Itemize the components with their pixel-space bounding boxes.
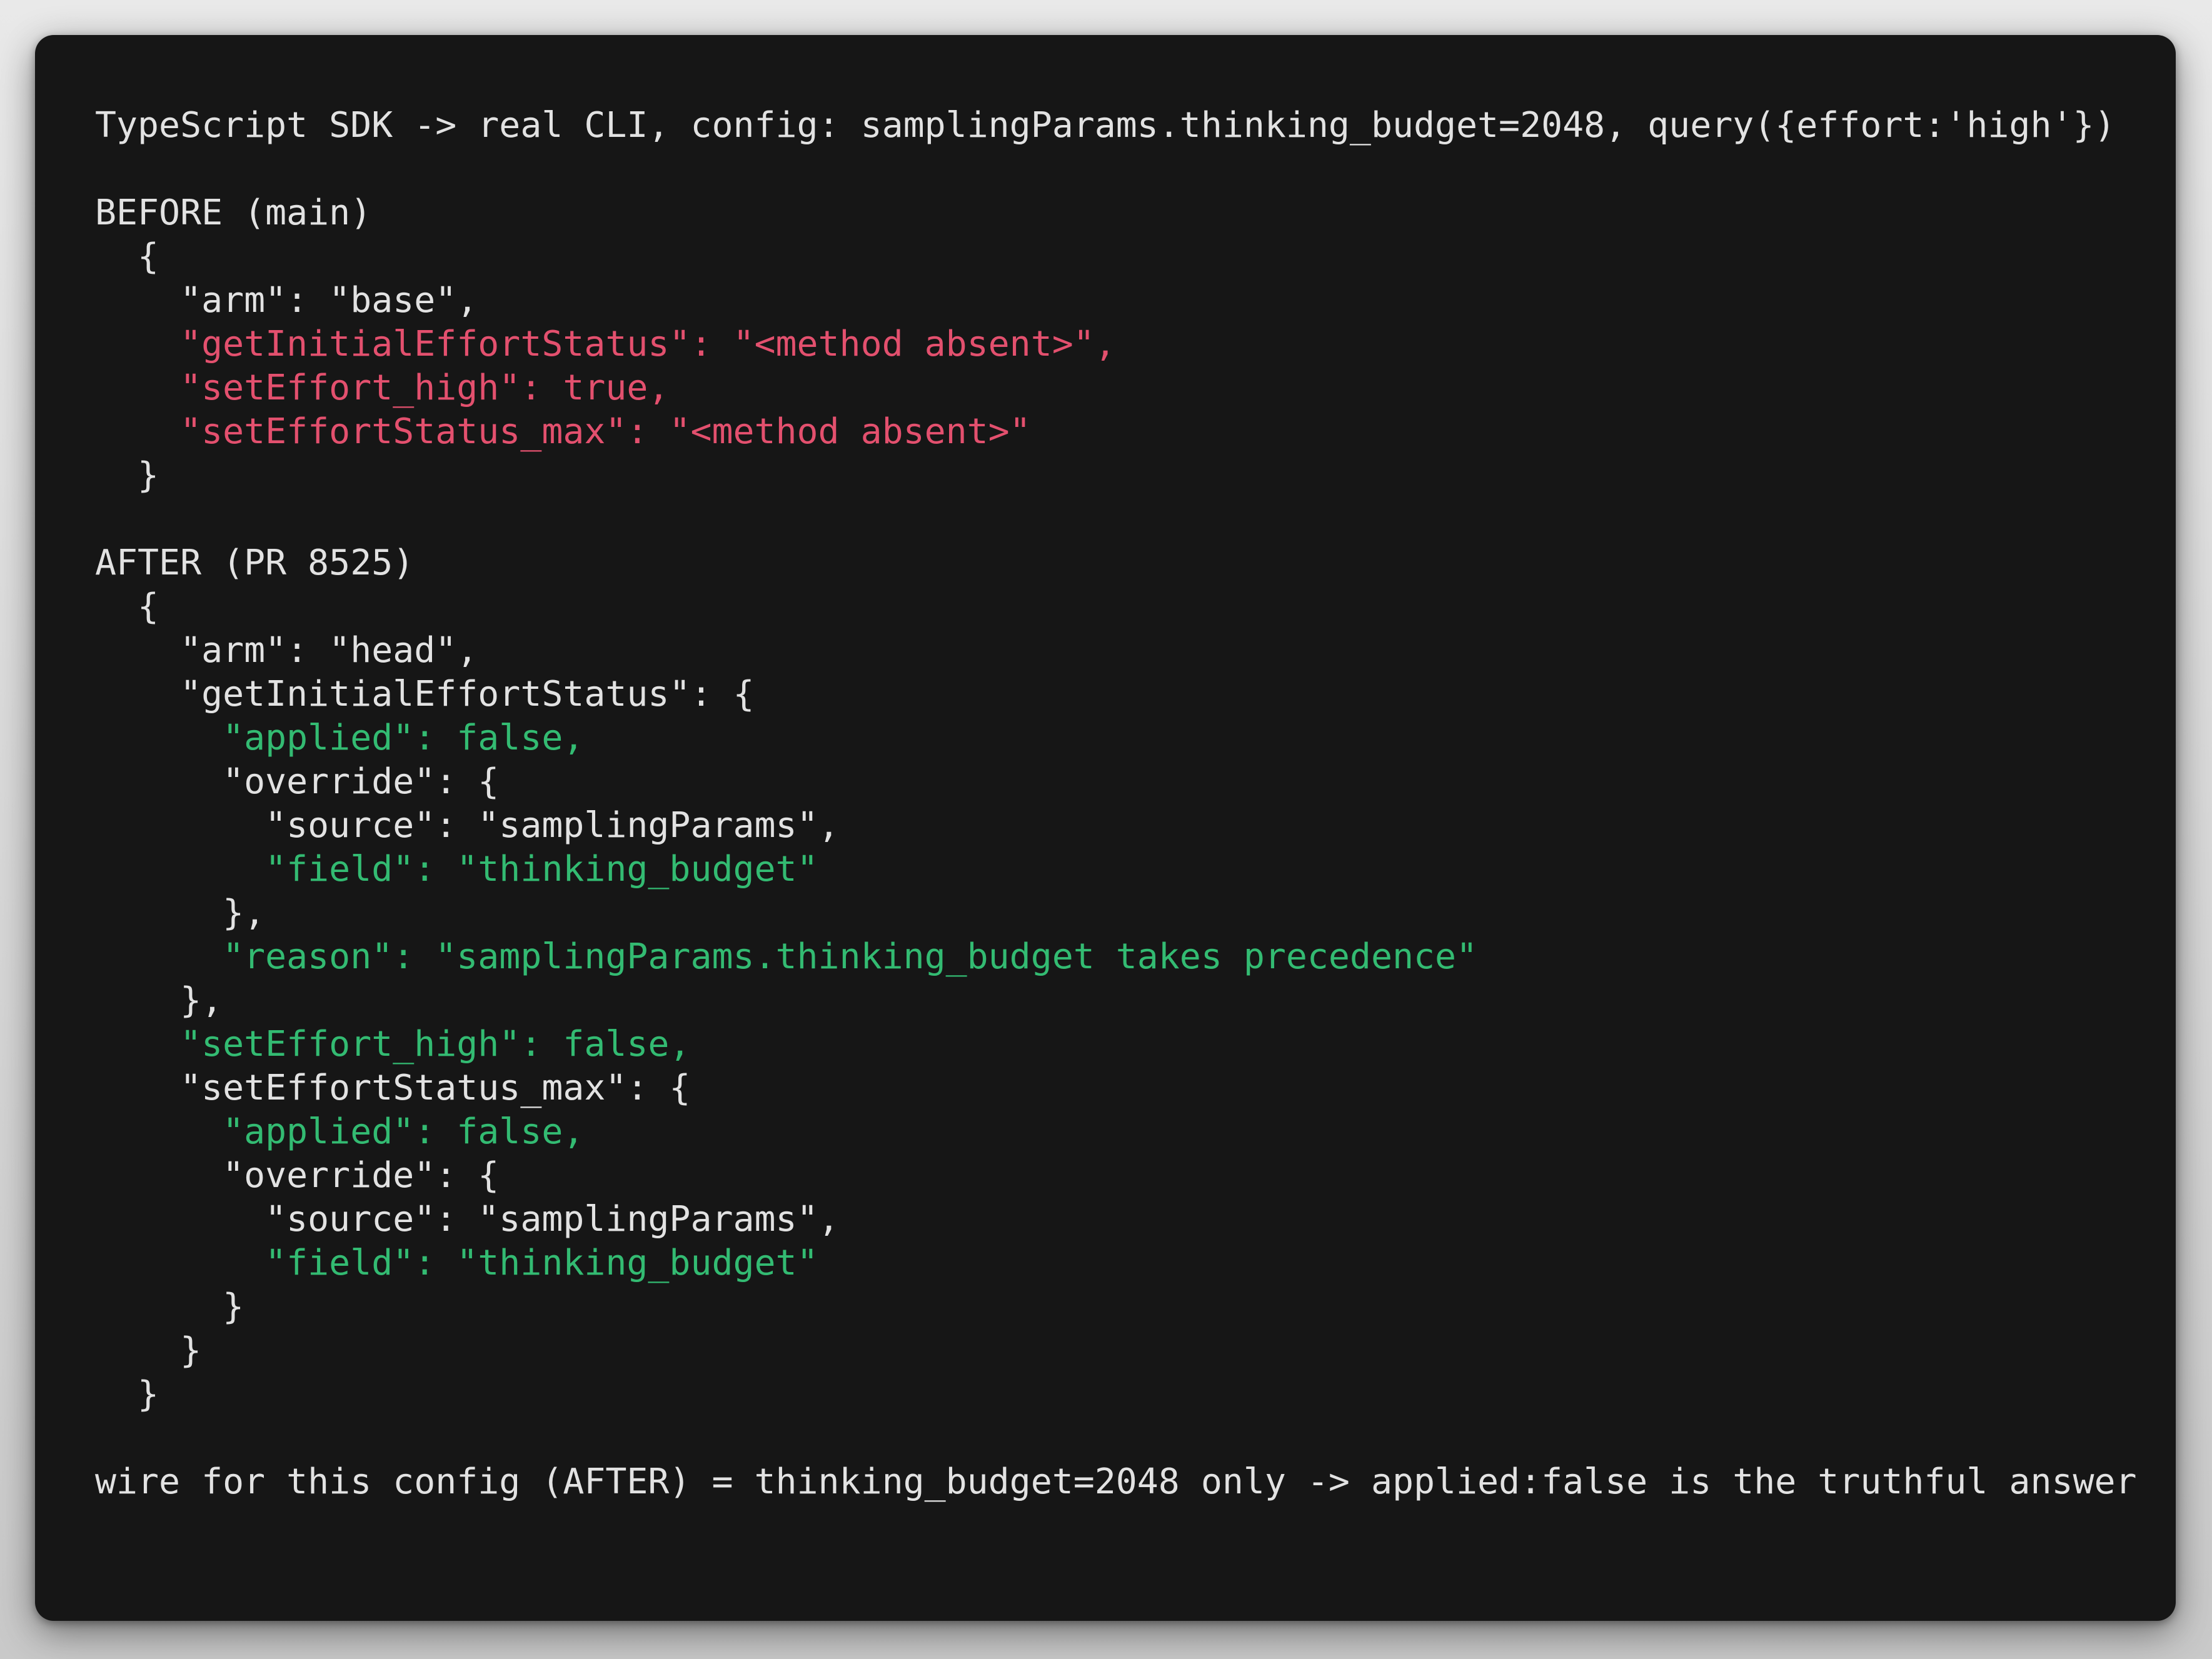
terminal-line: "arm": "head", [95, 630, 478, 671]
terminal-line: TypeScript SDK -> real CLI, config: samp… [95, 105, 2116, 146]
terminal-line: "applied": false, [95, 1111, 585, 1152]
terminal-line: { [95, 236, 159, 277]
terminal-line: "field": "thinking_budget" [95, 849, 818, 890]
terminal-line: } [95, 455, 159, 496]
terminal-line: wire for this config (AFTER) = thinking_… [95, 1461, 2137, 1502]
terminal-line: "getInitialEffortStatus": { [95, 674, 755, 714]
terminal-line: "override": { [95, 761, 500, 802]
terminal-line: "field": "thinking_budget" [95, 1243, 818, 1283]
terminal-line: "getInitialEffortStatus": "<method absen… [95, 324, 1116, 364]
terminal-line: "override": { [95, 1155, 500, 1196]
terminal-line: }, [95, 893, 266, 933]
terminal-line: { [95, 586, 159, 627]
terminal-line: "applied": false, [95, 718, 585, 758]
terminal-line: "setEffort_high": true, [95, 368, 670, 408]
terminal-line: "source": "samplingParams", [95, 1199, 840, 1240]
terminal-line: }, [95, 980, 223, 1021]
terminal-line: "setEffortStatus_max": { [95, 1068, 691, 1108]
terminal-line: "source": "samplingParams", [95, 805, 840, 846]
terminal-line: } [95, 1286, 244, 1327]
terminal-line: "setEffort_high": false, [95, 1024, 691, 1065]
terminal-line: "setEffortStatus_max": "<method absent>" [95, 411, 1031, 452]
terminal-line: } [95, 1374, 159, 1415]
terminal-line: "arm": "base", [95, 280, 478, 321]
terminal-line: "reason": "samplingParams.thinking_budge… [95, 936, 1478, 977]
terminal-line: } [95, 1330, 202, 1371]
terminal-line: AFTER (PR 8525) [95, 543, 415, 583]
terminal-output[interactable]: TypeScript SDK -> real CLI, config: samp… [95, 104, 2176, 1504]
terminal-window: TypeScript SDK -> real CLI, config: samp… [35, 35, 2176, 1621]
terminal-line: BEFORE (main) [95, 193, 372, 233]
